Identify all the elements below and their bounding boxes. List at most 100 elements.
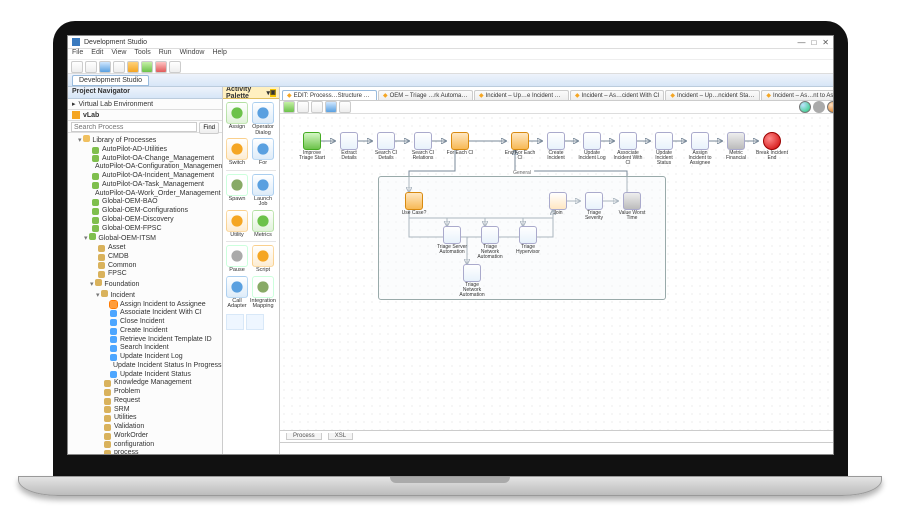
palette-item[interactable]: Metrics	[250, 210, 276, 239]
palette-item[interactable]: Assign	[226, 102, 248, 136]
search-input[interactable]	[71, 122, 197, 132]
lab-row[interactable]: vLab	[68, 110, 222, 121]
environment-row[interactable]: ▸ Virtual Lab Environment	[68, 99, 222, 110]
tree-module[interactable]: Global-OEM-FPSC	[78, 225, 220, 234]
tool-save-icon[interactable]	[85, 61, 97, 73]
editor-tab[interactable]: ◆Incident – As…cident With CI	[570, 90, 664, 100]
etool-zoom-icon[interactable]	[297, 101, 309, 113]
tree-module[interactable]: AutoPilot-OA-Incident_Management	[78, 172, 220, 181]
tree-process[interactable]: Close Incident	[96, 318, 220, 327]
menu-edit[interactable]: Edit	[91, 49, 103, 59]
menu-file[interactable]: File	[72, 49, 83, 59]
tree-folder[interactable]: Knowledge Management	[90, 379, 220, 388]
close-button[interactable]: ✕	[822, 38, 829, 47]
tree-module[interactable]: Global-OEM-BAO	[78, 198, 220, 207]
workflow-node-updlog[interactable]: Update Incident Log	[578, 132, 606, 161]
tree-process[interactable]: Update Incident Status In Progress	[96, 362, 220, 371]
tree-folder[interactable]: WorkOrder	[90, 432, 220, 441]
tool-new-icon[interactable]	[71, 61, 83, 73]
tool-open-icon[interactable]	[99, 61, 111, 73]
bottom-tab-xsl[interactable]: XSL	[328, 433, 353, 440]
tree-process[interactable]: Assign Incident to Assignee	[96, 301, 220, 310]
tree-module[interactable]: AutoPilot-OA-Configuration_Management	[78, 163, 220, 172]
etool-align-icon[interactable]	[325, 101, 337, 113]
workflow-node-net2[interactable]: Triage Network Automation	[458, 264, 486, 298]
palette-item[interactable]: Operator Dialog	[250, 102, 276, 136]
workflow-node-searchrel[interactable]: Search CI Relations	[409, 132, 437, 161]
workflow-node-extract[interactable]: Extract Details	[335, 132, 363, 161]
workflow-node-net[interactable]: Triage Network Automation	[476, 226, 504, 260]
tree-module[interactable]: AutoPilot-OA-Work_Order_Management	[78, 190, 220, 199]
workflow-node-finan[interactable]: Metric Financial	[722, 132, 750, 161]
tree-folder[interactable]: Validation	[90, 423, 220, 432]
tree-module[interactable]: Global-OEM-Discovery	[78, 216, 220, 225]
palette-item[interactable]: Pause	[226, 245, 248, 274]
tree-folder[interactable]: Utilities	[90, 414, 220, 423]
tree-folder[interactable]: process	[90, 449, 220, 454]
palette-item[interactable]: Spawn	[226, 174, 248, 208]
palette-item[interactable]: Call Adapter	[226, 276, 248, 310]
workflow-node-create[interactable]: Create Incident	[542, 132, 570, 161]
orange-globe-icon[interactable]	[827, 101, 833, 113]
tool-stop-icon[interactable]	[155, 61, 167, 73]
editor-tab[interactable]: ◆Incident – As…nt to Assignee	[761, 90, 833, 100]
editor-tab[interactable]: ◆EDIT: Process…Structure Event	[282, 90, 377, 100]
tree-folder[interactable]: CMDB	[84, 253, 220, 262]
tool-help-icon[interactable]	[169, 61, 181, 73]
workflow-node-searchci[interactable]: Search CI Details	[372, 132, 400, 161]
tree-process[interactable]: Create Incident	[96, 327, 220, 336]
workflow-node-foreach[interactable]: For Each CI	[446, 132, 474, 156]
globe-icon[interactable]	[799, 101, 811, 113]
tree-process[interactable]: Update Incident Log	[96, 353, 220, 362]
tree-module[interactable]: Global-OEM-Configurations	[78, 207, 220, 216]
workflow-node-endfor[interactable]: End For Each CI	[506, 132, 534, 161]
workflow-node-usecase[interactable]: Use Case?	[400, 192, 428, 216]
palette-item[interactable]: Script	[250, 245, 276, 274]
tree-process[interactable]: Associate Incident With CI	[96, 309, 220, 318]
tree-process[interactable]: Retrieve Incident Template ID	[96, 336, 220, 345]
tree-module[interactable]: AutoPilot-AD-Utilities	[78, 146, 220, 155]
tree-folder[interactable]: SRM	[90, 406, 220, 415]
workflow-node-assoc[interactable]: Associate Incident With CI	[614, 132, 642, 166]
palette-item[interactable]: Launch Job	[250, 174, 276, 208]
tree-folder[interactable]: Request	[90, 397, 220, 406]
tree-folder[interactable]: Asset	[84, 244, 220, 253]
palette-close-icon[interactable]: ▣	[270, 89, 276, 97]
menu-window[interactable]: Window	[180, 49, 205, 59]
workflow-node-join[interactable]: Join	[544, 192, 572, 216]
palette-item[interactable]: Integration Mapping	[250, 276, 276, 310]
tree-module[interactable]: AutoPilot-OA-Task_Management	[78, 181, 220, 190]
tool-copy-icon[interactable]	[113, 61, 125, 73]
perspective-tab[interactable]: Development Studio	[72, 75, 149, 86]
workflow-node-wtime[interactable]: Value Worst Time	[618, 192, 646, 221]
palette-extra-1[interactable]	[226, 314, 244, 330]
tree-process[interactable]: Search Incident	[96, 344, 220, 353]
palette-item[interactable]: Utility	[226, 210, 248, 239]
editor-tab[interactable]: ◆OEM – Triage …rk Automation	[378, 90, 473, 100]
swirl-icon[interactable]	[813, 101, 825, 113]
tree-module[interactable]: AutoPilot-OA-Change_Management	[78, 155, 220, 164]
editor-tab[interactable]: ◆Incident – Up…e Incident Log	[474, 90, 569, 100]
menu-help[interactable]: Help	[212, 49, 226, 59]
maximize-button[interactable]: □	[811, 38, 816, 47]
etool-grid-icon[interactable]	[311, 101, 323, 113]
palette-item[interactable]: For	[250, 138, 276, 167]
minimize-button[interactable]: —	[797, 38, 805, 47]
workflow-node-sev[interactable]: Triage Severity	[580, 192, 608, 221]
palette-extra-2[interactable]	[246, 314, 264, 330]
menu-view[interactable]: View	[111, 49, 126, 59]
tree-folder[interactable]: configuration	[90, 441, 220, 450]
tree-process[interactable]: Update Incident Status	[96, 371, 220, 380]
workflow-node-assign[interactable]: Assign Incident to Assignee	[686, 132, 714, 166]
etool-export-icon[interactable]	[339, 101, 351, 113]
workflow-node-hyp[interactable]: Triage Hypervisor	[514, 226, 542, 255]
tool-run-icon[interactable]	[141, 61, 153, 73]
menu-run[interactable]: Run	[159, 49, 172, 59]
workflow-node-end[interactable]: Break Incident End	[758, 132, 786, 161]
project-tree[interactable]: Library of Processes AutoPilot-AD-Utilit…	[68, 133, 222, 454]
workflow-canvas[interactable]: GeneralImprove Triage StartExtract Detai…	[280, 114, 833, 430]
tree-folder[interactable]: Common	[84, 262, 220, 271]
workflow-node-start[interactable]: Improve Triage Start	[298, 132, 326, 161]
tree-folder[interactable]: Problem	[90, 388, 220, 397]
etool-run-icon[interactable]	[283, 101, 295, 113]
